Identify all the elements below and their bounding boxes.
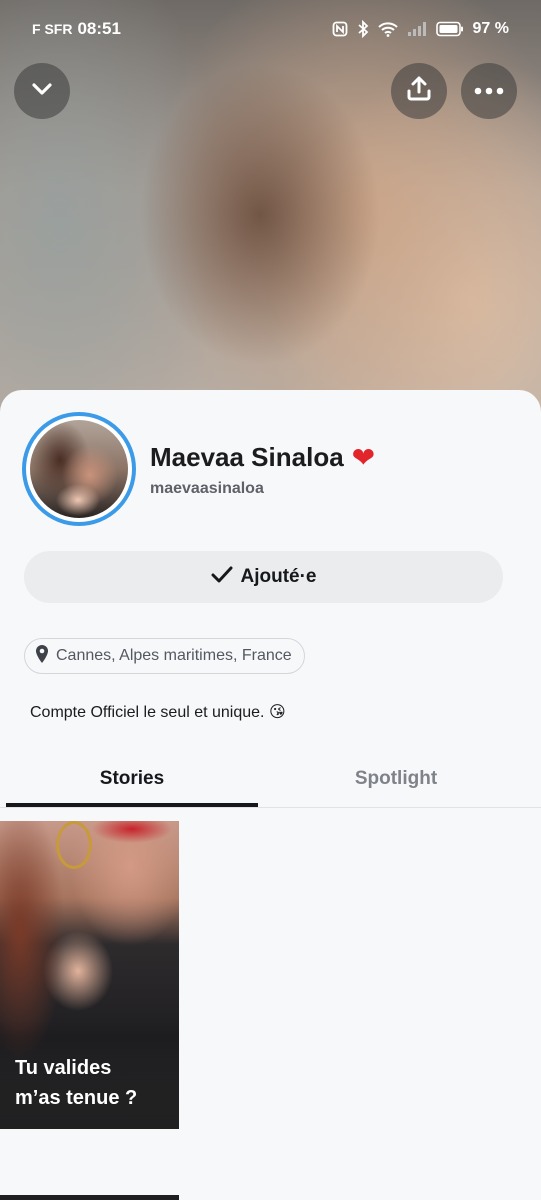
carrier-label: F SFR xyxy=(32,21,73,37)
story-thumbnail-partial[interactable] xyxy=(0,1195,179,1200)
battery-percentage: 97 % xyxy=(472,20,509,37)
bio-text: Compte Officiel le seul et unique. 😘 xyxy=(30,704,286,721)
share-button[interactable] xyxy=(391,63,447,119)
added-friend-button[interactable]: Ajouté·e xyxy=(24,551,503,603)
active-tab-indicator xyxy=(6,803,258,807)
profile-tabs: Stories Spotlight xyxy=(0,750,541,808)
story-thumbnail[interactable]: Tu valides m’as tenue ? xyxy=(0,821,179,1129)
heart-emoji: ❤ xyxy=(351,441,376,473)
check-icon xyxy=(211,566,233,589)
username: maevaasinaloa xyxy=(150,480,264,497)
share-icon xyxy=(405,75,433,108)
wifi-icon xyxy=(377,21,398,37)
location-pin-icon xyxy=(35,644,49,669)
status-bar: F SFR 08:51 97 % xyxy=(0,0,541,58)
location-chip[interactable]: Cannes, Alpes maritimes, France xyxy=(24,638,305,674)
signal-icon xyxy=(407,21,427,37)
avatar xyxy=(30,420,128,518)
collapse-button[interactable] xyxy=(14,63,70,119)
profile-cover-image xyxy=(0,0,541,420)
story-caption: Tu valides m’as tenue ? xyxy=(15,1053,175,1113)
profile-sheet: Maevaa Sinaloa ❤ maevaasinaloa Ajouté·e … xyxy=(0,390,541,1200)
chevron-down-icon xyxy=(29,76,55,107)
display-name: Maevaa Sinaloa xyxy=(150,442,344,472)
more-options-button[interactable] xyxy=(461,63,517,119)
location-text: Cannes, Alpes maritimes, France xyxy=(56,647,292,664)
story-earring-detail xyxy=(56,821,92,869)
story-caption-line: m’as tenue ? xyxy=(15,1087,138,1109)
clock: 08:51 xyxy=(77,19,121,38)
nfc-icon xyxy=(332,21,348,37)
more-dots-icon xyxy=(474,82,504,100)
avatar-story-ring[interactable] xyxy=(22,412,136,526)
added-button-label: Ajouté·e xyxy=(240,566,317,587)
tab-stories[interactable]: Stories xyxy=(6,750,258,808)
story-caption-line: Tu valides xyxy=(15,1057,112,1079)
battery-icon xyxy=(435,21,464,37)
tab-spotlight[interactable]: Spotlight xyxy=(270,750,522,808)
bluetooth-icon xyxy=(357,20,369,38)
name-row: Maevaa Sinaloa ❤ xyxy=(150,442,375,473)
